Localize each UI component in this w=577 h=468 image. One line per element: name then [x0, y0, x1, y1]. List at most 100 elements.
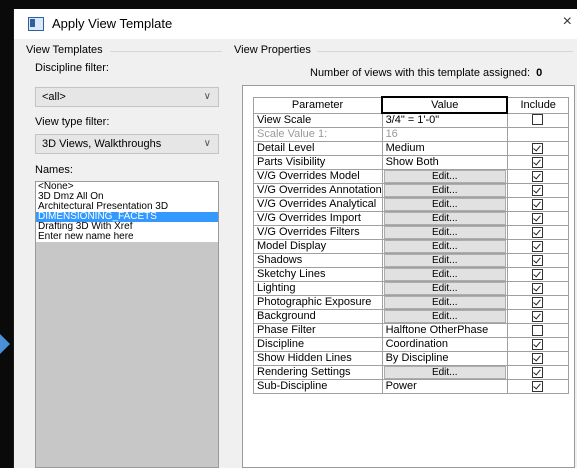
include-checkbox[interactable] — [532, 184, 544, 196]
include-checkbox[interactable] — [532, 198, 544, 210]
value-cell[interactable]: Medium — [381, 141, 508, 156]
parameter-cell: Shadows — [253, 253, 383, 268]
include-checkbox[interactable] — [532, 324, 544, 336]
edit-button[interactable]: Edit... — [383, 254, 506, 267]
edit-button[interactable]: Edit... — [383, 226, 506, 239]
template-names-list[interactable]: <None> 3D Dmz All On Architectural Present… — [35, 181, 219, 468]
parameter-cell: Sub-Discipline — [253, 379, 383, 394]
apply-view-template-dialog: Apply View Template × View Templates Dis… — [13, 9, 577, 468]
edit-button[interactable]: Edit... — [383, 282, 506, 295]
parameter-cell: Phase Filter — [253, 323, 383, 338]
view-type-filter-value: 3D Views, Walkthroughs — [42, 138, 162, 150]
value-cell: Edit... — [381, 225, 508, 240]
include-cell — [506, 239, 570, 254]
chevron-down-icon: ∨ — [203, 138, 211, 149]
value-cell: Edit... — [381, 197, 508, 212]
view-type-filter-dropdown[interactable]: 3D Views, Walkthroughs ∨ — [35, 134, 219, 154]
discipline-filter-dropdown[interactable]: <all> ∨ — [35, 87, 219, 107]
include-checkbox[interactable] — [532, 310, 544, 322]
include-checkbox[interactable] — [532, 380, 544, 392]
include-checkbox[interactable] — [532, 226, 544, 238]
discipline-filter-value: <all> — [42, 91, 66, 103]
table-row: Parts Visibility Show Both — [253, 155, 570, 170]
dialog-app-icon — [28, 17, 44, 31]
parameter-cell: Scale Value 1: — [253, 127, 383, 142]
table-header-row: Parameter Value Include — [253, 96, 570, 114]
include-cell — [506, 127, 570, 142]
include-cell — [506, 225, 570, 240]
value-cell[interactable]: Show Both — [381, 155, 508, 170]
edit-button[interactable]: Edit... — [383, 240, 506, 253]
include-checkbox[interactable] — [532, 254, 544, 266]
table-row: Sketchy Lines Edit... — [253, 267, 570, 282]
value-cell: Edit... — [381, 183, 508, 198]
edit-button[interactable]: Edit... — [383, 268, 506, 281]
table-row: Show Hidden Lines By Discipline — [253, 351, 570, 366]
value-cell[interactable]: 3/4" = 1'-0" — [381, 112, 508, 128]
chevron-down-icon: ∨ — [203, 91, 211, 102]
assigned-count-value: 0 — [536, 67, 543, 79]
edit-button[interactable]: Edit... — [383, 170, 506, 183]
column-header-include[interactable]: Include — [506, 96, 570, 114]
view-templates-group-label: View Templates — [26, 44, 103, 56]
include-cell — [506, 155, 570, 170]
edit-button[interactable]: Edit... — [383, 296, 506, 309]
include-checkbox[interactable] — [532, 142, 544, 154]
table-row: V/G Overrides Analytical Edit... — [253, 197, 570, 212]
include-cell — [506, 211, 570, 226]
discipline-filter-label: Discipline filter: — [35, 62, 109, 74]
include-checkbox[interactable] — [532, 338, 544, 350]
edit-button[interactable]: Edit... — [383, 310, 506, 323]
table-row: V/G Overrides Model Edit... — [253, 169, 570, 184]
parameter-cell: Discipline — [253, 337, 383, 352]
include-checkbox[interactable] — [532, 156, 544, 168]
table-row: Model Display Edit... — [253, 239, 570, 254]
column-header-value[interactable]: Value — [381, 96, 509, 114]
table-row: V/G Overrides Filters Edit... — [253, 225, 570, 240]
edit-button[interactable]: Edit... — [383, 198, 506, 211]
view-properties-group-label: View Properties — [234, 44, 311, 56]
include-cell — [506, 112, 570, 128]
value-cell[interactable]: Coordination — [381, 337, 508, 352]
assigned-count-label: Number of views with this template assig… — [310, 67, 531, 79]
value-cell[interactable]: Halftone OtherPhase — [381, 323, 508, 338]
parameter-cell: V/G Overrides Analytical — [253, 197, 383, 212]
include-checkbox[interactable] — [532, 240, 544, 252]
list-item[interactable]: Architectural Presentation 3D — [36, 202, 218, 212]
edit-button[interactable]: Edit... — [383, 366, 506, 379]
parameter-cell: Rendering Settings — [253, 365, 383, 380]
list-item[interactable]: <None> — [36, 182, 218, 192]
group-divider — [110, 51, 222, 52]
include-checkbox[interactable] — [532, 170, 544, 182]
parameter-cell: V/G Overrides Import — [253, 211, 383, 226]
value-cell[interactable]: Power — [381, 379, 508, 394]
value-cell: Edit... — [381, 309, 508, 324]
edit-button[interactable]: Edit... — [383, 184, 506, 197]
view-type-filter-label: View type filter: — [35, 116, 110, 128]
list-item[interactable]: 3D Dmz All On — [36, 192, 218, 202]
include-checkbox[interactable] — [532, 114, 544, 126]
include-checkbox[interactable] — [532, 268, 544, 280]
parameter-cell: Detail Level — [253, 141, 383, 156]
include-checkbox[interactable] — [532, 296, 544, 308]
table-row: Shadows Edit... — [253, 253, 570, 268]
column-header-parameter[interactable]: Parameter — [253, 96, 383, 114]
close-icon[interactable]: × — [563, 13, 572, 31]
table-row: View Scale 3/4" = 1'-0" — [253, 112, 570, 128]
include-checkbox[interactable] — [532, 366, 544, 378]
include-cell — [506, 379, 570, 394]
value-cell[interactable]: By Discipline — [381, 351, 508, 366]
include-checkbox[interactable] — [532, 352, 544, 364]
properties-table-body: View Scale 3/4" = 1'-0" Scale Value 1: 16 De… — [253, 112, 570, 394]
value-cell: Edit... — [381, 253, 508, 268]
parameter-cell: V/G Overrides Annotation — [253, 183, 383, 198]
list-item[interactable]: Drafting 3D With Xref — [36, 222, 218, 232]
parameter-cell: Lighting — [253, 281, 383, 296]
include-cell — [506, 365, 570, 380]
include-cell — [506, 337, 570, 352]
list-item[interactable]: Enter new name here — [36, 232, 218, 242]
list-item[interactable]: DIMENSIONING_FACETS — [36, 212, 218, 222]
include-checkbox[interactable] — [532, 212, 544, 224]
include-checkbox[interactable] — [532, 282, 544, 294]
edit-button[interactable]: Edit... — [383, 212, 506, 225]
